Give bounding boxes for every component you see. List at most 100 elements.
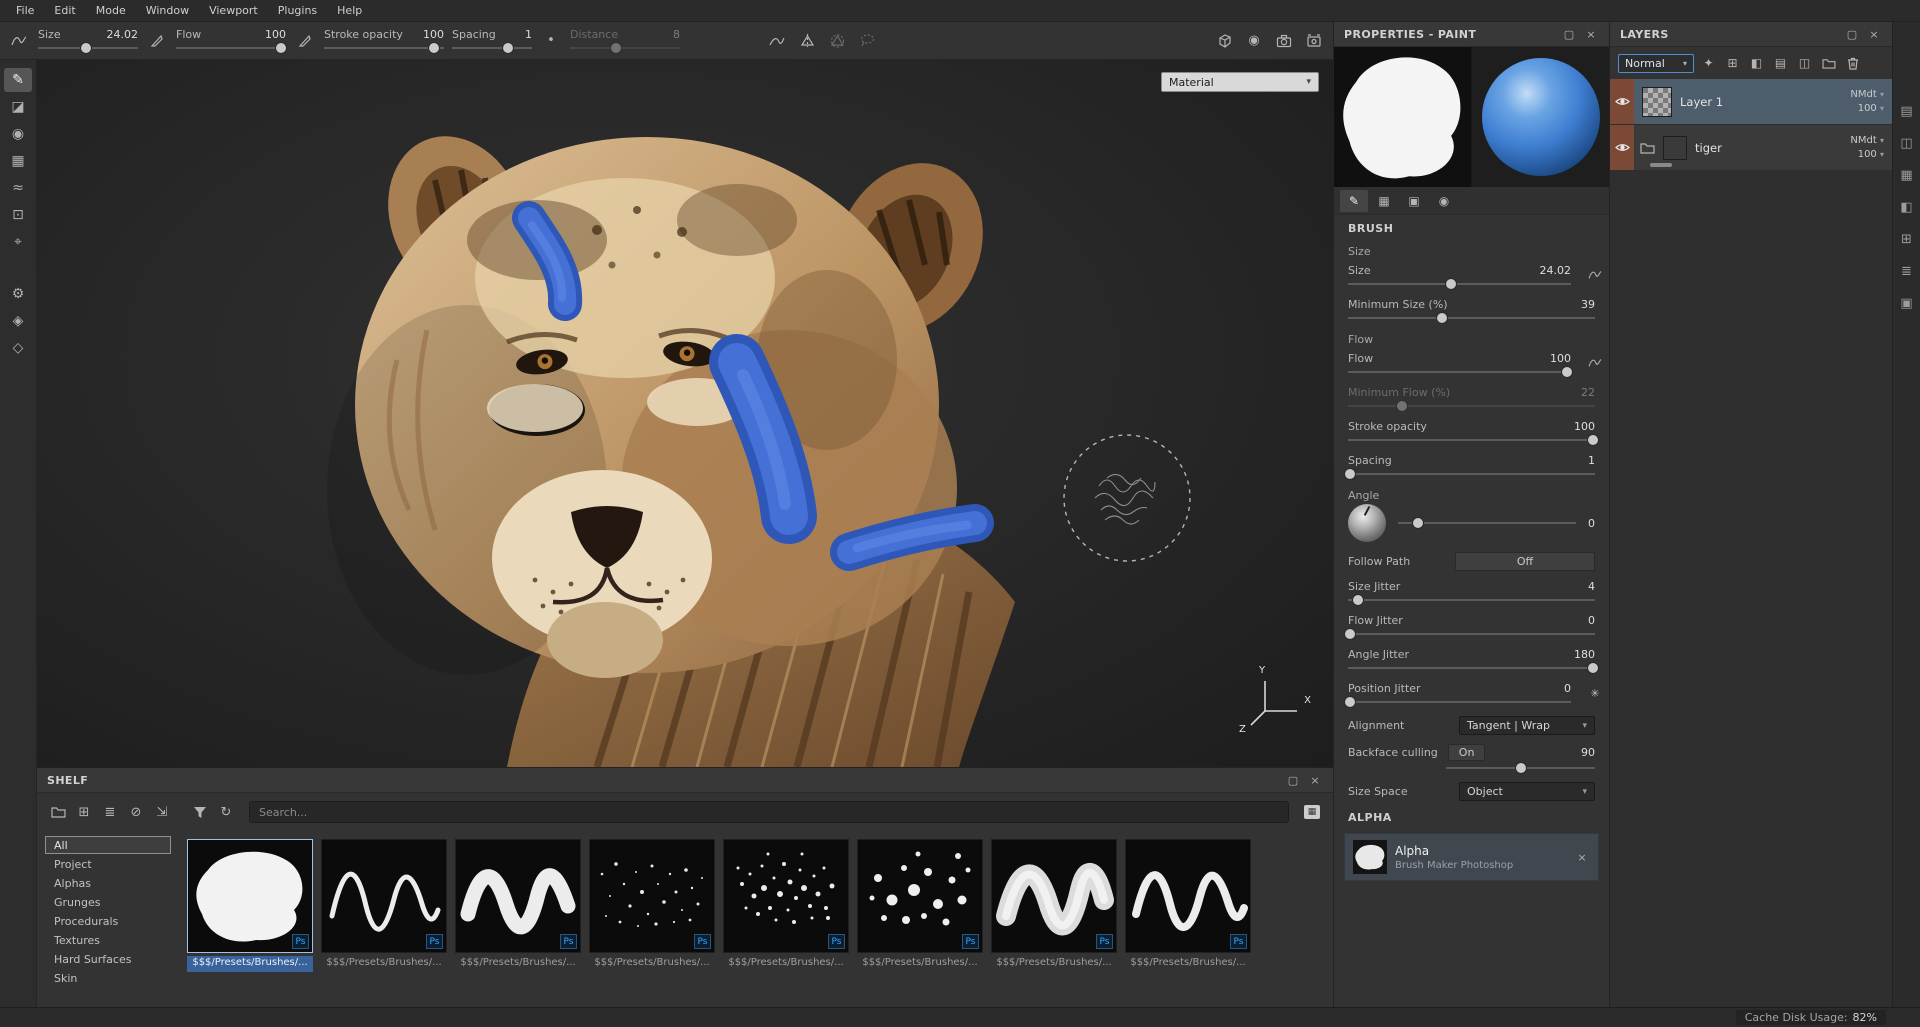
backface-culling-value[interactable]: 90 — [1581, 746, 1595, 759]
stroke-opacity-value[interactable]: 100 — [423, 28, 444, 41]
close-panel-icon[interactable]: × — [1583, 26, 1599, 42]
maximize-panel-icon[interactable]: ▢ — [1561, 26, 1577, 42]
material-preview[interactable] — [1472, 47, 1609, 187]
backface-culling-slider[interactable] — [1446, 762, 1595, 774]
folder-icon[interactable] — [47, 801, 69, 823]
screenshot-icon[interactable] — [1303, 30, 1325, 52]
brush-preset-item[interactable]: Ps $$$/Presets/Brushes/... — [455, 839, 581, 1007]
paint-tool[interactable]: ✎ — [4, 68, 32, 92]
lazy-mouse-icon[interactable] — [766, 30, 788, 52]
add-mask-icon[interactable]: ▤ — [1771, 54, 1790, 73]
stroke-opacity-slider[interactable] — [324, 42, 444, 54]
stack-view-icon[interactable]: ≣ — [99, 801, 121, 823]
flow-value[interactable]: 100 — [265, 28, 286, 41]
flow-slider[interactable] — [176, 42, 286, 54]
delete-layer-icon[interactable] — [1843, 54, 1862, 73]
alpha-resource-card[interactable]: Alpha Brush Maker Photoshop × — [1344, 833, 1599, 881]
symmetry-icon[interactable] — [796, 30, 818, 52]
layer-name[interactable]: tiger — [1695, 141, 1850, 155]
remove-alpha-icon[interactable]: × — [1574, 849, 1590, 865]
distance-dot-icon[interactable]: • — [540, 30, 562, 52]
layer-row-layer1[interactable]: Layer 1 NMdt ▾ 100 ▾ — [1610, 79, 1892, 125]
size-slider[interactable] — [1348, 278, 1571, 290]
spacing-slider[interactable] — [452, 42, 532, 54]
angle-jitter-slider[interactable] — [1348, 662, 1595, 674]
display-settings-icon[interactable]: ▦ — [1898, 166, 1916, 184]
settings-icon[interactable]: ⚙ — [4, 282, 32, 306]
eraser-tool[interactable]: ◪ — [4, 95, 32, 119]
menu-plugins[interactable]: Plugins — [268, 1, 327, 20]
group-folder-icon[interactable] — [1640, 142, 1655, 154]
menu-help[interactable]: Help — [327, 1, 372, 20]
projection-tool[interactable]: ◉ — [4, 122, 32, 146]
export-resources-icon[interactable]: ⇲ — [151, 801, 173, 823]
alignment-dropdown[interactable]: Tangent | Wrap ▾ — [1459, 716, 1595, 735]
clone-tool[interactable]: ⊡ — [4, 203, 32, 227]
tab-brush[interactable]: ✎ — [1340, 190, 1368, 212]
size-pressure-icon[interactable] — [146, 30, 168, 52]
brush-preset-item[interactable]: Ps $$$/Presets/Brushes/... — [723, 839, 849, 1007]
flow-jitter-value[interactable]: 0 — [1588, 614, 1595, 627]
flow-slider[interactable] — [1348, 366, 1571, 378]
add-fill-layer-icon[interactable]: ◧ — [1747, 54, 1766, 73]
angle-value[interactable]: 0 — [1588, 517, 1595, 530]
position-jitter-value[interactable]: 0 — [1564, 682, 1571, 695]
category-project[interactable]: Project — [45, 855, 171, 873]
size-slider[interactable] — [38, 42, 138, 54]
menu-viewport[interactable]: Viewport — [199, 1, 268, 20]
tab-stencil[interactable]: ▣ — [1400, 190, 1428, 212]
add-effect-icon[interactable]: ✦ — [1699, 54, 1718, 73]
tab-material[interactable]: ◉ — [1430, 190, 1458, 212]
add-layer-icon[interactable]: ⊞ — [1723, 54, 1742, 73]
minimum-size-value[interactable]: 39 — [1581, 298, 1595, 311]
search-input[interactable] — [249, 801, 1289, 823]
layer-opacity-dropdown[interactable]: 100 ▾ — [1850, 102, 1884, 116]
layers-panel-icon[interactable]: ⊞ — [1898, 230, 1916, 248]
backface-culling-toggle[interactable]: On — [1448, 744, 1486, 761]
layer-blend-short-dropdown[interactable]: NMdt ▾ — [1850, 88, 1884, 102]
close-panel-icon[interactable]: × — [1866, 26, 1882, 42]
axis-gizmo[interactable]: Y X Z — [1243, 669, 1307, 733]
material-picker-tool[interactable]: ⌖ — [4, 230, 32, 254]
layer-thumbnail[interactable] — [1642, 87, 1672, 117]
polygon-fill-tool[interactable]: ▦ — [4, 149, 32, 173]
spacing-value[interactable]: 1 — [525, 28, 532, 41]
environment-sphere-icon[interactable]: ◉ — [1243, 30, 1265, 52]
category-procedurals[interactable]: Procedurals — [45, 912, 171, 930]
category-all[interactable]: All — [45, 836, 171, 854]
properties-panel-icon[interactable]: ▤ — [1898, 102, 1916, 120]
jitter-settings-icon[interactable]: ✳ — [1586, 684, 1604, 702]
brush-preset-item[interactable]: Ps $$$/Presets/Brushes/... — [321, 839, 447, 1007]
flow-value[interactable]: 100 — [1550, 352, 1571, 365]
plugins-icon[interactable]: ◇ — [4, 336, 32, 360]
layer-name[interactable]: Layer 1 — [1680, 95, 1850, 109]
maximize-panel-icon[interactable]: ▢ — [1844, 26, 1860, 42]
thumbnail-size-icon[interactable]: ▦ — [1301, 801, 1323, 823]
brush-preset-item[interactable]: Ps $$$/Presets/Brushes/... — [187, 839, 313, 1007]
brush-alpha-preview[interactable] — [1334, 47, 1471, 187]
size-value[interactable]: 24.02 — [1540, 264, 1572, 277]
menu-window[interactable]: Window — [136, 1, 199, 20]
angle-slider[interactable] — [1398, 517, 1576, 529]
layer-visibility-toggle[interactable] — [1610, 79, 1634, 124]
menu-mode[interactable]: Mode — [86, 1, 136, 20]
brush-preset-item[interactable]: Ps $$$/Presets/Brushes/... — [857, 839, 983, 1007]
minimum-size-slider[interactable] — [1348, 312, 1595, 324]
layer-thumbnail[interactable] — [1663, 136, 1687, 160]
angle-jitter-value[interactable]: 180 — [1574, 648, 1595, 661]
flow-pressure-icon[interactable] — [294, 30, 316, 52]
brush-preset-item[interactable]: Ps $$$/Presets/Brushes/... — [991, 839, 1117, 1007]
menu-file[interactable]: File — [6, 1, 44, 20]
size-jitter-value[interactable]: 4 — [1588, 580, 1595, 593]
brush-preset-item[interactable]: Ps $$$/Presets/Brushes/... — [589, 839, 715, 1007]
texture-set-settings-icon[interactable]: ◫ — [1898, 134, 1916, 152]
size-jitter-slider[interactable] — [1348, 594, 1595, 606]
add-smart-material-icon[interactable]: ◫ — [1795, 54, 1814, 73]
new-resource-icon[interactable]: ⊞ — [73, 801, 95, 823]
follow-path-toggle[interactable]: Off — [1455, 552, 1595, 571]
shading-mode-dropdown[interactable]: Material ▾ — [1161, 72, 1319, 92]
stroke-opacity-slider[interactable] — [1348, 434, 1595, 446]
size-pressure-icon[interactable] — [1586, 266, 1604, 284]
category-skin[interactable]: Skin — [45, 969, 171, 987]
flow-pressure-icon[interactable] — [1586, 354, 1604, 372]
